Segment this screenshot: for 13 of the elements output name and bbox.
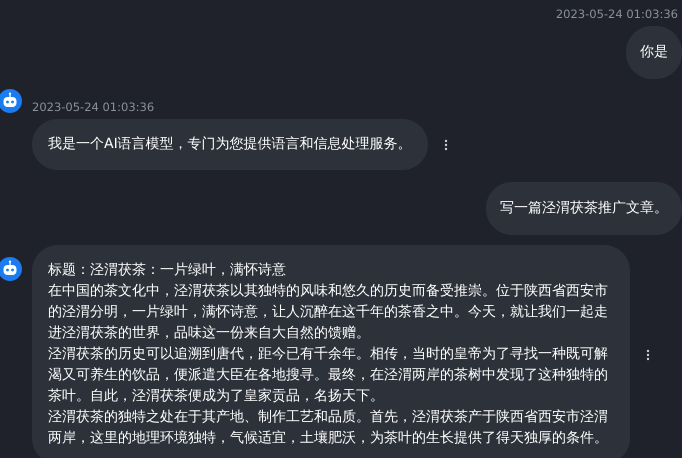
- message-bubble: 我是一个AI语言模型，专门为您提供语言和信息处理服务。: [32, 119, 428, 170]
- message-timestamp: 2023-05-24 01:03:36: [32, 99, 156, 115]
- message-text: 泾渭茯茶的历史可以追溯到唐代，距今已有千余年。相传，当时的皇帝为了寻找一种既可解渴又可养生的饮品，便派遣大臣在各地搜寻。最终，在泾渭两岸的茶树中发现了这种独特的茶叶。自此，泾渭茯茶便成为了皇家贡品，名扬天下。: [48, 345, 609, 406]
- message-text: 在中国的茶文化中，泾渭茯茶以其独特的风味和悠久的历史而备受推崇。位于陕西省西安市的泾渭分明，一片绿叶，满怀诗意，让人沉醉在这千年的茶香之中。今天，就让我们一起走进泾渭茯茶的世界，品味这一份来自大自然的馈赠。: [48, 282, 609, 343]
- robot-avatar-icon: [0, 257, 22, 281]
- message-bubble: 写一篇泾渭茯茶推广文章。: [486, 182, 682, 235]
- message-text: 标题：泾渭茯茶：一片绿叶，满怀诗意: [48, 261, 287, 280]
- message-bubble: 你是: [626, 26, 682, 79]
- message-timestamp: 2023-05-24 01:03:36: [556, 6, 678, 22]
- more-options-icon[interactable]: [444, 138, 448, 152]
- message-text: 泾渭茯茶的独特之处在于其产地、制作工艺和品质。首先，泾渭茯茶产于陕西省西安市泾渭两岸，这里的地理环境独特，气候适宜，土壤肥沃，为茶叶的生长提供了得天独厚的条件。: [48, 408, 609, 448]
- robot-avatar-icon: [0, 89, 22, 113]
- more-options-icon[interactable]: [646, 348, 650, 362]
